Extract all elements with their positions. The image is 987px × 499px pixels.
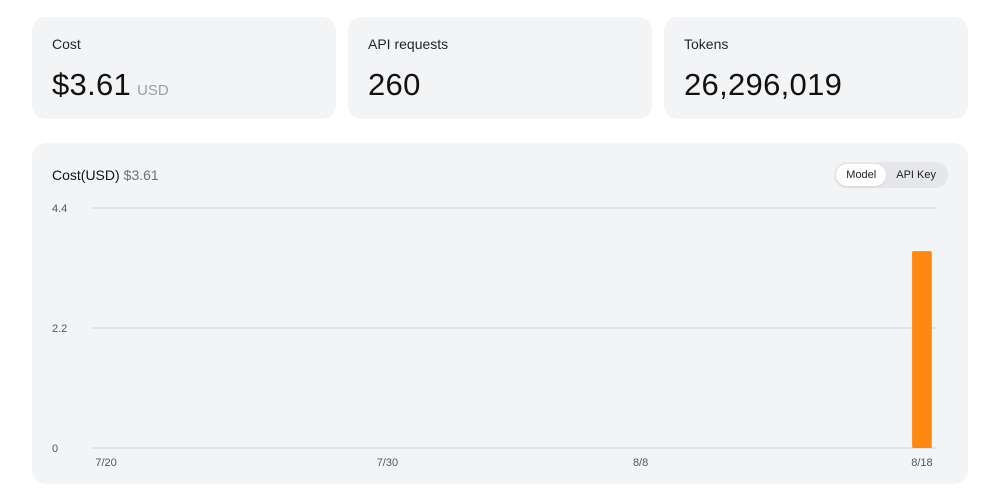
cost-label: Cost bbox=[52, 36, 81, 52]
y-tick-label: 0 bbox=[52, 443, 58, 455]
chart-total: $3.61 bbox=[123, 167, 159, 183]
tokens-label: Tokens bbox=[684, 36, 729, 52]
chart-title-label: Cost(USD) bbox=[52, 167, 120, 183]
x-tick-label: 7/30 bbox=[377, 457, 398, 469]
api-requests-label: API requests bbox=[368, 36, 449, 52]
cost-chart-card: 0 2.2 4.4 7/20 7/30 8/8 8/18 Cost(USD) $3.61 Mo… bbox=[32, 143, 968, 484]
tokens-card: Tokens 26,296,019 bbox=[664, 17, 968, 119]
chart-title: Cost(USD) $3.61 bbox=[52, 167, 159, 183]
cost-chart: 0 2.2 4.4 7/20 7/30 8/8 8/18 bbox=[52, 203, 936, 469]
x-tick-label: 8/18 bbox=[911, 457, 932, 469]
x-tick-label: 7/20 bbox=[95, 457, 116, 469]
group-by-toggle[interactable]: Model API Key bbox=[834, 162, 948, 188]
cost-value: $3.61 USD bbox=[52, 67, 169, 103]
cost-card: Cost $3.61 USD bbox=[32, 17, 336, 119]
api-requests-card: API requests 260 bbox=[348, 17, 652, 119]
cost-unit: USD bbox=[137, 82, 169, 99]
cost-amount: $3.61 bbox=[52, 67, 132, 102]
toggle-api-key[interactable]: API Key bbox=[886, 164, 946, 186]
tokens-value: 26,296,019 bbox=[684, 67, 843, 102]
toggle-model[interactable]: Model bbox=[836, 164, 887, 186]
y-tick-label: 4.4 bbox=[52, 203, 67, 215]
bar[interactable] bbox=[912, 251, 932, 448]
x-tick-label: 8/8 bbox=[633, 457, 648, 469]
api-requests-value: 260 bbox=[368, 67, 421, 102]
y-tick-label: 2.2 bbox=[52, 323, 67, 335]
